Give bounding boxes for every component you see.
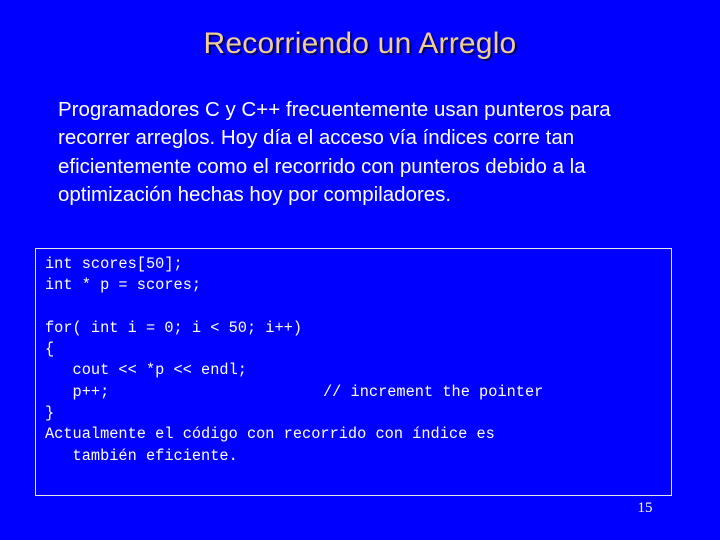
code-line-text: int * p = scores; [45,276,202,295]
slide: Recorriendo un Arreglo Programadores C y… [0,0,720,540]
code-block-frame: int scores[50]; int * p = scores; for( in… [35,248,672,496]
page-number: 15 [637,500,653,516]
code-line-text: for( int i = 0; i < 50; i++) [45,318,303,337]
code-line [45,297,665,318]
code-line-text: también eficiente. [45,446,238,465]
code-line-text: p++; [45,382,110,401]
code-line: { [45,339,665,360]
code-line: p++; // increment the pointer [45,382,665,403]
code-line-text: int scores[50]; [45,255,183,273]
code-line-text: { [45,340,55,359]
code-line: cout << *p << endl; [45,360,665,381]
code-line-text: cout << *p << endl; [45,361,247,380]
code-line-text: Actualmente el código con recorrido con … [45,425,495,444]
code-line: int * p = scores; [45,275,665,296]
code-line: for( int i = 0; i < 50; i++) [45,318,665,339]
code-inline-comment: // increment the pointer [323,382,544,401]
slide-title: Recorriendo un Arreglo [203,27,517,60]
code-line: también eficiente. [45,446,665,467]
code-line-text: } [45,404,55,423]
code-line: } [45,403,665,424]
code-line: int scores[50]; [45,254,665,275]
code-line: Actualmente el código con recorrido con … [45,424,665,445]
code-block: int scores[50]; int * p = scores; for( in… [45,254,665,467]
slide-body-text: Programadores C y C++ frecuentemente usa… [58,98,611,207]
